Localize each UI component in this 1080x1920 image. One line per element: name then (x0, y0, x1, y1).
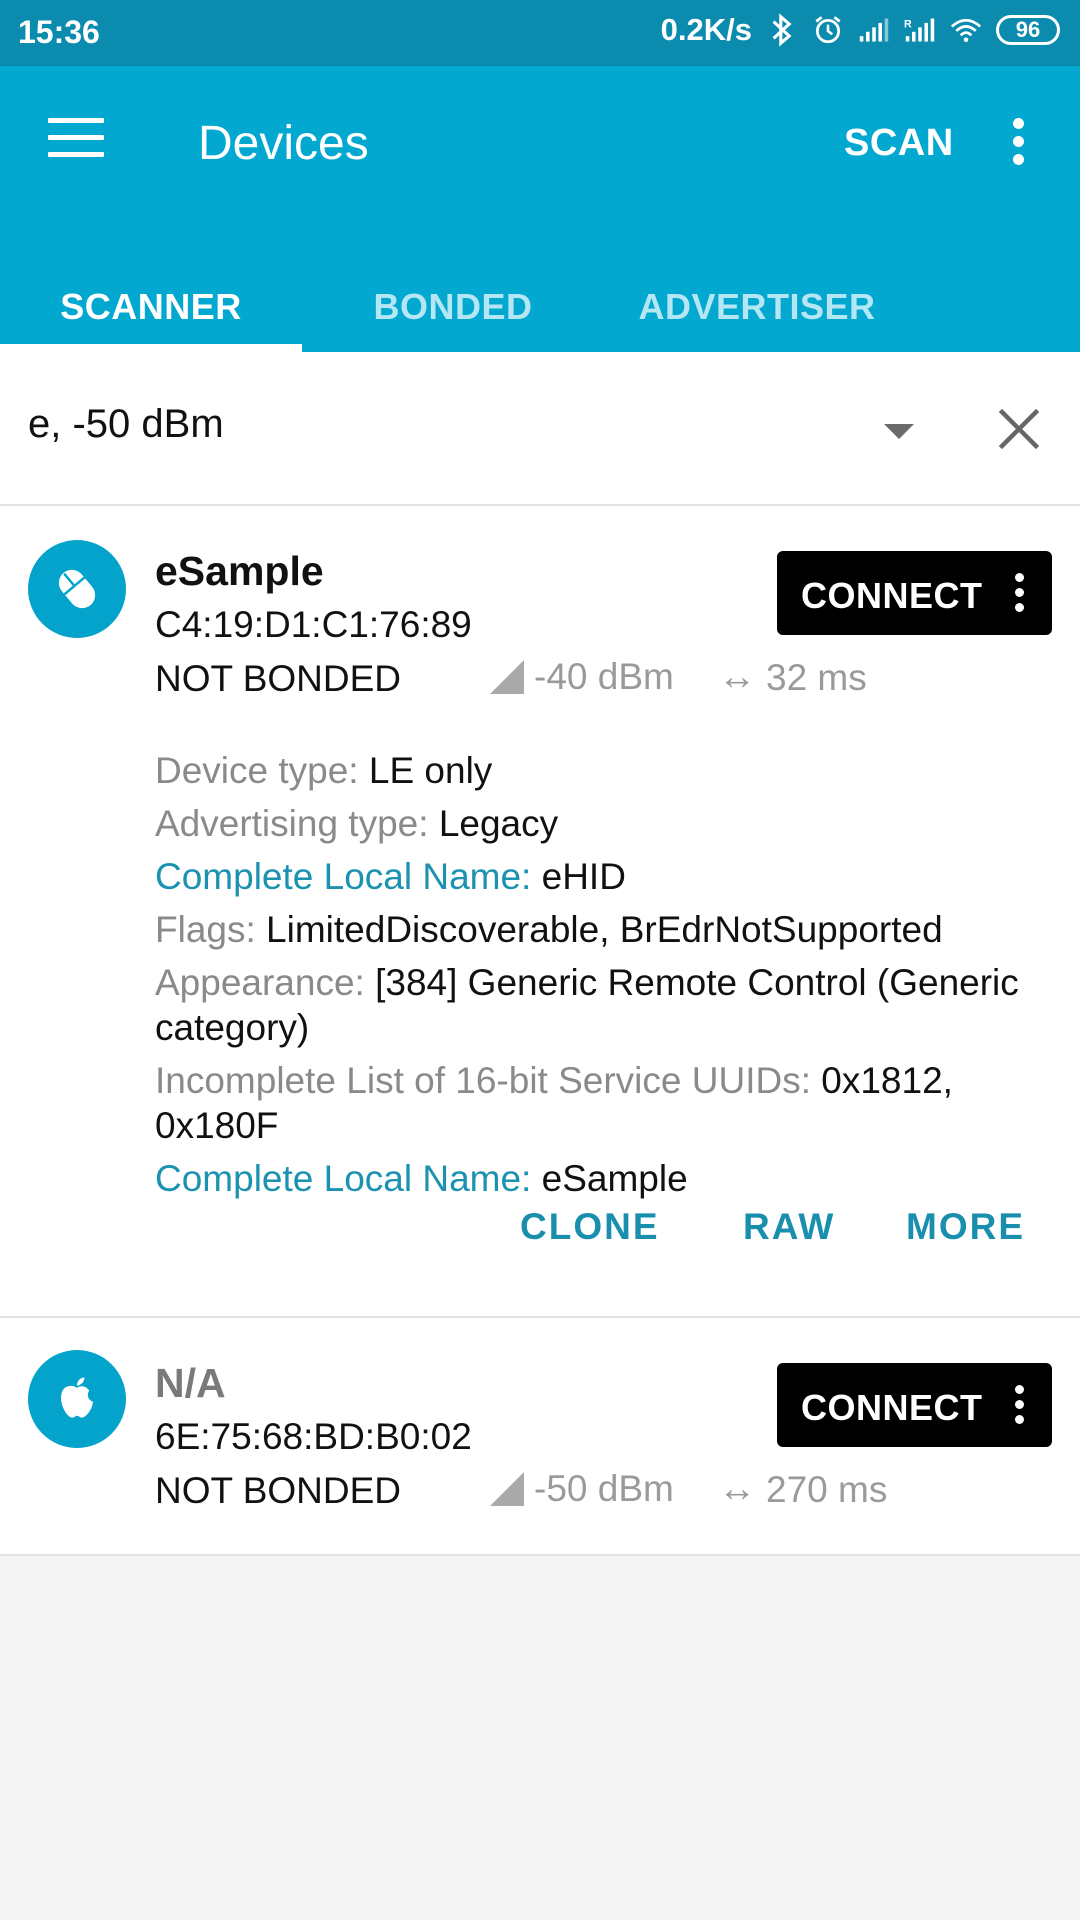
detail-row: Complete Local Name: eHID (155, 854, 1055, 899)
tab-bar: SCANNER BONDED ADVERTISER (0, 262, 1080, 352)
filter-summary[interactable]: e, -50 dBm (28, 402, 224, 447)
device-address: 6E:75:68:BD:B0:02 (155, 1416, 472, 1457)
alarm-icon (815, 16, 841, 44)
tab-bonded[interactable]: BONDED (302, 262, 604, 352)
dropdown-arrow-icon[interactable] (884, 424, 914, 439)
clear-filter-icon[interactable] (996, 406, 1042, 452)
filter-bar[interactable]: e, -50 dBm (0, 352, 1080, 506)
connect-options-icon[interactable] (1012, 573, 1026, 617)
svg-text:R: R (904, 18, 912, 30)
bond-state: NOT BONDED (155, 658, 402, 699)
rssi-value: -40 dBm (490, 656, 674, 698)
connect-label: CONNECT (801, 1387, 983, 1428)
detail-row: Advertising type: Legacy (155, 801, 1055, 846)
connect-label: CONNECT (801, 575, 983, 616)
interval-icon: ↔ (718, 1468, 756, 1510)
detail-value: LimitedDiscoverable, BrEdrNotSupported (266, 909, 943, 950)
detail-value: eSample (541, 1158, 688, 1199)
advertising-details: Device type: LE only Advertising type: L… (155, 748, 1055, 1209)
bluetooth-icon (772, 13, 792, 47)
more-button[interactable]: MORE (906, 1206, 1025, 1248)
signal-r-icon: R (904, 18, 935, 42)
detail-row: Flags: LimitedDiscoverable, BrEdrNotSupp… (155, 907, 1055, 952)
device-name: N/A (155, 1360, 226, 1406)
signal-icon (859, 18, 889, 42)
menu-icon[interactable] (48, 118, 104, 158)
detail-value: LE only (368, 750, 493, 791)
detail-label: Flags: (155, 909, 267, 950)
connect-options-icon[interactable] (1012, 1385, 1026, 1429)
detail-row: Appearance: [384] Generic Remote Control… (155, 960, 1055, 1050)
signal-strength-icon (490, 1472, 524, 1506)
signal-strength-icon (490, 660, 524, 694)
rssi-label: -40 dBm (534, 656, 674, 697)
adv-interval: ↔ 32 ms (718, 656, 867, 699)
network-speed: 0.2K/s (660, 12, 752, 47)
connect-button[interactable]: CONNECT (777, 551, 1052, 635)
raw-button[interactable]: RAW (743, 1206, 835, 1248)
rssi-value: -50 dBm (490, 1468, 674, 1510)
device-name: eSample (155, 548, 324, 594)
tab-scanner[interactable]: SCANNER (0, 262, 302, 352)
battery-icon: 96 (996, 15, 1060, 45)
app-bar: Devices SCAN SCANNER BONDED ADVERTISER (0, 66, 1080, 352)
overflow-menu-icon[interactable] (1006, 118, 1030, 166)
status-icons: 0.2K/s R 96 (661, 12, 1060, 48)
detail-label: Advertising type: (155, 803, 439, 844)
detail-row: Complete Local Name: eSample (155, 1156, 1055, 1201)
tab-advertiser[interactable]: ADVERTISER (604, 262, 910, 352)
device-card[interactable]: N/A 6E:75:68:BD:B0:02 NOT BONDED -50 dBm… (0, 1318, 1080, 1556)
wifi-icon (950, 18, 982, 43)
apple-icon (28, 1350, 126, 1448)
status-bar: 15:36 0.2K/s R 96 (0, 0, 1080, 66)
device-address: C4:19:D1:C1:76:89 (155, 604, 472, 645)
bond-state: NOT BONDED (155, 1470, 402, 1511)
detail-value: eHID (541, 856, 626, 897)
detail-label: Complete Local Name: (155, 1158, 542, 1199)
detail-row: Device type: LE only (155, 748, 1055, 793)
device-card[interactable]: eSample C4:19:D1:C1:76:89 NOT BONDED -40… (0, 506, 1080, 1318)
rssi-label: -50 dBm (534, 1468, 674, 1509)
status-time: 15:36 (18, 14, 100, 50)
interval-icon: ↔ (718, 656, 756, 698)
tab-indicator (0, 344, 302, 352)
detail-row: Incomplete List of 16-bit Service UUIDs:… (155, 1058, 1055, 1148)
detail-label: Complete Local Name: (155, 856, 542, 897)
interval-label: 270 ms (766, 1468, 888, 1510)
connect-button[interactable]: CONNECT (777, 1363, 1052, 1447)
detail-label: Appearance: (155, 962, 376, 1003)
detail-value: Legacy (438, 803, 559, 844)
adv-interval: ↔ 270 ms (718, 1468, 887, 1511)
clone-button[interactable]: CLONE (520, 1206, 660, 1248)
interval-label: 32 ms (766, 656, 867, 698)
scan-button[interactable]: SCAN (844, 122, 954, 165)
page-title: Devices (198, 117, 369, 170)
detail-label: Device type: (155, 750, 369, 791)
detail-label: Incomplete List of 16-bit Service UUIDs: (155, 1060, 822, 1101)
mouse-icon (28, 540, 126, 638)
